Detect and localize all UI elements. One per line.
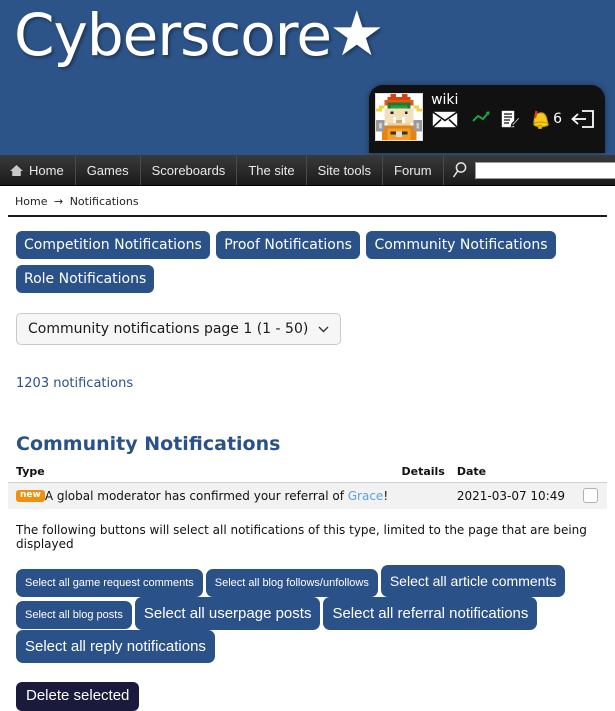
avatar[interactable] [375,93,424,141]
select-all-button-group: Select all game request comments Select a… [8,565,607,664]
main-navigation: Home Games Scoreboards The site Site too… [0,155,615,186]
select-all-blog-posts-button[interactable]: Select all blog posts [16,601,132,630]
nav-item-home[interactable]: Home [0,155,76,185]
site-header: Cyberscore ★ wiki 6 [0,0,615,155]
column-header-date: Date [448,463,569,484]
column-header-type: Type [8,463,394,484]
row-checkbox[interactable] [582,488,598,504]
user-info: wiki 6 [431,91,595,130]
search-input[interactable] [474,161,615,179]
nav-label: Games [86,162,129,178]
notification-checkbox-cell [569,482,607,510]
notification-type-cell: new A global moderator has confirmed your… [8,482,394,510]
logo-text: Cyberscore [14,1,332,69]
notification-tabs: Competition Notifications Proof Notifica… [8,231,607,299]
home-icon [10,164,23,176]
bell-count: 6 [553,111,562,128]
chevron-down-icon [318,323,329,336]
star-icon: ★ [329,0,385,69]
logout-icon[interactable] [571,109,595,129]
select-all-game-request-comments-button[interactable]: Select all game request comments [16,569,203,598]
page-selector[interactable]: Community notifications page 1 (1 - 50) [16,313,342,346]
breadcrumb-separator: → [53,195,64,208]
tab-role-notifications[interactable]: Role Notifications [16,265,155,294]
nav-label: Scoreboards [151,162,226,178]
referral-user-link[interactable]: Grace [348,489,384,503]
select-all-blog-follows-button[interactable]: Select all blog follows/unfollows [205,569,378,598]
page-selector-wrap: Community notifications page 1 (1 - 50) [8,313,607,346]
notifications-table: Type Details Date new A global moderator … [8,463,607,510]
nav-item-games[interactable]: Games [76,155,141,185]
nav-label: The site [248,162,295,178]
page-selector-label: Community notifications page 1 (1 - 50) [28,321,309,338]
column-header-checkbox [569,463,607,484]
delete-button-wrap: Delete selected [8,682,607,711]
page-title: Community Notifications [16,433,281,456]
site-logo[interactable]: Cyberscore ★ [14,4,385,66]
notification-text-after: ! [383,488,389,503]
user-icon-row: 6 [431,109,595,130]
nav-item-site-tools[interactable]: Site tools [307,155,384,185]
bell-icon[interactable]: 6 [530,109,562,130]
breadcrumb-home[interactable]: Home [15,195,47,208]
username-label[interactable]: wiki [431,92,595,108]
user-panel: wiki 6 [369,85,605,153]
nav-label: Site tools [317,162,372,178]
delete-selected-button[interactable]: Delete selected [16,682,140,711]
tab-community-notifications[interactable]: Community Notifications [366,231,556,260]
nav-label: Home [29,162,64,178]
search-area [444,155,615,185]
notification-date-cell: 2021-03-07 10:49 [448,482,569,510]
chart-icon[interactable] [468,109,491,129]
status-badge: new [16,490,45,503]
notification-text-before: A global moderator has confirmed your re… [44,488,348,503]
select-all-article-comments-button[interactable]: Select all article comments [380,565,566,598]
notepad-icon[interactable] [500,109,522,130]
breadcrumb: Home → Notifications [8,186,607,215]
select-all-hint: The following buttons will select all no… [16,523,587,552]
select-all-reply-notifications-button[interactable]: Select all reply notifications [16,630,215,664]
table-header-row: Type Details Date [8,463,607,484]
breadcrumb-current: Notifications [69,195,139,208]
mail-icon[interactable] [431,110,459,129]
notification-details-cell [393,482,449,510]
page-content: Home → Notifications Competition Notific… [0,186,615,711]
search-icon [452,162,466,178]
tab-competition-notifications[interactable]: Competition Notifications [16,231,210,260]
nav-item-forum[interactable]: Forum [383,155,444,185]
tab-proof-notifications[interactable]: Proof Notifications [216,231,360,260]
table-row: new A global moderator has confirmed your… [8,482,607,510]
select-all-referral-notifications-button[interactable]: Select all referral notifications [323,597,538,631]
notification-count: 1203 notifications [16,376,134,392]
select-all-userpage-posts-button[interactable]: Select all userpage posts [134,597,321,631]
nav-item-scoreboards[interactable]: Scoreboards [141,155,238,185]
column-header-details: Details [393,463,449,484]
nav-label: Forum [394,162,432,178]
breadcrumb-divider [8,215,607,217]
nav-item-the-site[interactable]: The site [237,155,307,185]
